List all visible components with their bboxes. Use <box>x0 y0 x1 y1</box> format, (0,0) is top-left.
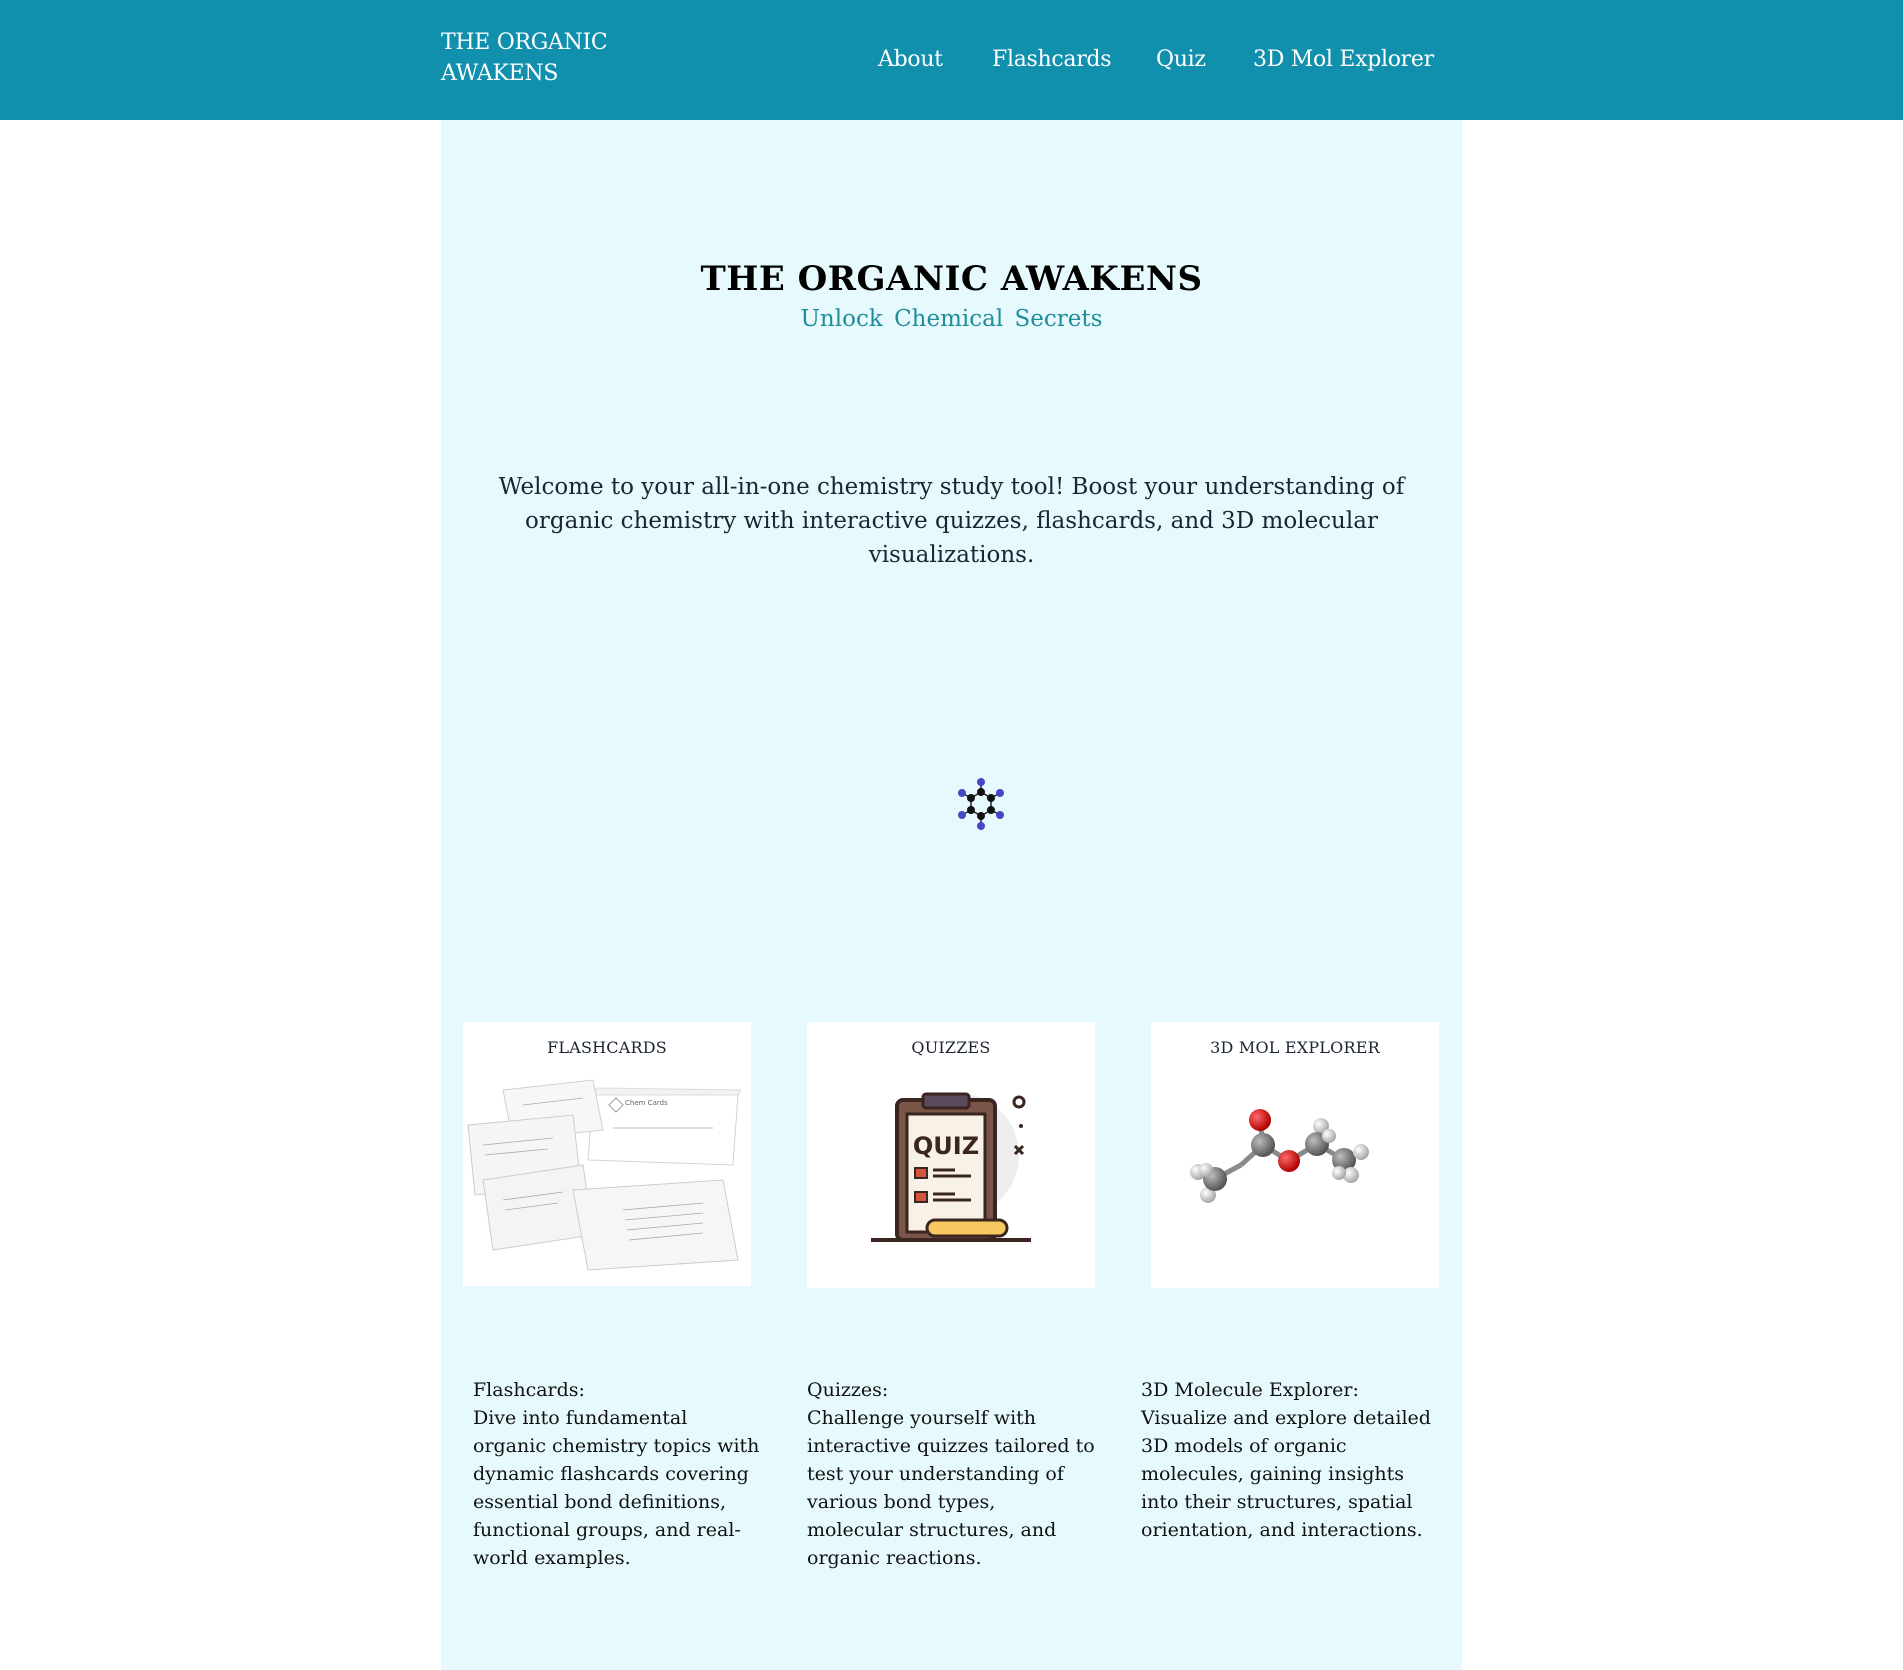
hero-subtitle: Unlock Chemical Secrets <box>800 306 1103 332</box>
main-panel: THE ORGANIC AWAKENS Unlock Chemical Secr… <box>441 120 1462 1670</box>
flashcards-card-title: FLASHCARDS <box>547 1038 667 1057</box>
flashcards-description-heading: Flashcards: <box>473 1379 585 1401</box>
flashcards-description: Flashcards: Dive into fundamental organi… <box>473 1376 763 1572</box>
ester-molecule-icon <box>1190 1109 1369 1203</box>
hero-title: THE ORGANIC AWAKENS <box>700 259 1203 299</box>
nav-link-flashcards[interactable]: Flashcards <box>992 45 1112 75</box>
quiz-clipboard-icon: QUIZ <box>871 1092 1031 1242</box>
nav-link-quiz[interactable]: Quiz <box>1156 45 1206 75</box>
quizzes-description-heading: Quizzes: <box>807 1379 889 1401</box>
molecule-loader-icon <box>958 778 1004 830</box>
nav-link-about[interactable]: About <box>878 45 943 75</box>
nav-link-3d-mol-explorer[interactable]: 3D Mol Explorer <box>1253 45 1434 75</box>
top-navbar: THE ORGANIC AWAKENS About Flashcards Qui… <box>0 0 1903 120</box>
site-brand[interactable]: THE ORGANIC AWAKENS <box>441 27 661 89</box>
quiz-clipboard-label: QUIZ <box>913 1132 979 1160</box>
mol-explorer-card-title: 3D MOL EXPLORER <box>1210 1038 1380 1057</box>
welcome-text: Welcome to your all-in-one chemistry stu… <box>498 474 1405 568</box>
flashcards-description-text: Dive into fundamental organic chemistry … <box>473 1407 760 1569</box>
quizzes-description-text: Challenge yourself with interactive quiz… <box>807 1407 1095 1569</box>
mol-explorer-card[interactable]: 3D MOL EXPLORER <box>1151 1022 1439 1288</box>
quizzes-description: Quizzes: Challenge yourself with interac… <box>807 1376 1097 1572</box>
flashcards-card[interactable]: FLASHCARDS Chem Cards <box>463 1022 751 1286</box>
mol-explorer-description: 3D Molecule Explorer: Visualize and expl… <box>1141 1376 1431 1544</box>
quizzes-card[interactable]: QUIZZES QUIZ <box>807 1022 1095 1288</box>
flashcards-box-label: Chem Cards <box>625 1099 668 1107</box>
flashcards-image: Chem Cards <box>467 1079 742 1271</box>
quizzes-card-title: QUIZZES <box>911 1038 991 1057</box>
mol-explorer-description-heading: 3D Molecule Explorer: <box>1141 1379 1359 1401</box>
mol-explorer-description-text: Visualize and explore detailed 3D models… <box>1141 1407 1431 1541</box>
